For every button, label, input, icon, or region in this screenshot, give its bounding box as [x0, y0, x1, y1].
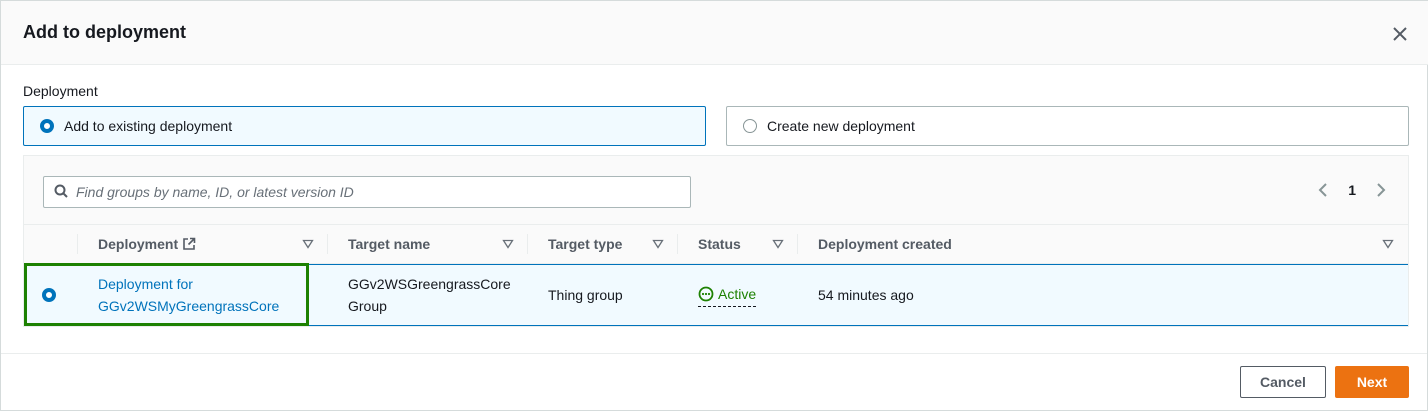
deployment-label: Deployment: [23, 83, 98, 99]
tile-add-to-existing-deployment[interactable]: Add to existing deployment: [23, 106, 706, 146]
table-header: Deployment Target name Target type Statu…: [24, 224, 1408, 264]
tile-create-new-deployment[interactable]: Create new deployment: [726, 106, 1409, 146]
radio-selected-icon[interactable]: [40, 119, 54, 133]
target-name-cell: GGv2WSGreengrassCore Group: [348, 265, 528, 325]
column-divider: [327, 234, 328, 254]
column-label: Deployment created: [818, 236, 952, 252]
sort-caret-icon[interactable]: [302, 238, 314, 250]
search-box[interactable]: [43, 176, 691, 208]
created-value: 54 minutes ago: [818, 287, 914, 303]
deployments-table: 1 Deployment Target name: [23, 155, 1409, 327]
target-type-cell: Thing group: [548, 265, 623, 325]
column-header-target-type[interactable]: Target type: [548, 225, 678, 263]
external-link-icon: [182, 237, 196, 251]
chevron-left-icon[interactable]: [1316, 180, 1330, 200]
deployment-created-cell: 54 minutes ago: [818, 265, 914, 325]
target-name-line: Group: [348, 298, 387, 314]
status-cell: Active: [698, 265, 757, 325]
deployment-link-line: GGv2WSMyGreengrassCore: [98, 298, 280, 314]
table-toolbar: 1: [24, 156, 1408, 224]
radio-unselected-icon[interactable]: [743, 119, 757, 133]
row-select-cell[interactable]: [42, 265, 56, 325]
column-header-deployment[interactable]: Deployment: [98, 225, 318, 263]
page-number[interactable]: 1: [1348, 182, 1356, 198]
close-icon[interactable]: [1387, 21, 1413, 47]
sort-caret-icon[interactable]: [772, 238, 784, 250]
column-divider: [527, 234, 528, 254]
column-divider: [77, 234, 78, 254]
search-input[interactable]: [76, 184, 656, 200]
footer-divider: [1, 353, 1427, 354]
status-text: Active: [718, 286, 757, 302]
next-button[interactable]: Next: [1335, 366, 1409, 398]
sort-caret-icon[interactable]: [1382, 238, 1394, 250]
column-header-deployment-created[interactable]: Deployment created: [818, 225, 1398, 263]
deployment-cell: Deployment for GGv2WSMyGreengrassCore: [98, 265, 308, 325]
radio-selected-icon[interactable]: [42, 288, 56, 302]
column-label: Target type: [548, 236, 623, 252]
column-label: Target name: [348, 236, 431, 252]
column-label: Deployment: [98, 236, 179, 252]
target-name-line: GGv2WSGreengrassCore: [348, 276, 511, 292]
column-header-target-name[interactable]: Target name: [348, 225, 528, 263]
sort-caret-icon[interactable]: [502, 238, 514, 250]
deployment-link[interactable]: Deployment for GGv2WSMyGreengrassCore: [98, 273, 279, 317]
deployment-link-line: Deployment for: [98, 276, 193, 292]
column-header-status[interactable]: Status: [698, 225, 798, 263]
modal-header: Add to deployment: [1, 1, 1428, 65]
sort-caret-icon[interactable]: [652, 238, 664, 250]
status-badge[interactable]: Active: [698, 283, 757, 307]
status-active-icon: [698, 286, 714, 302]
search-icon: [54, 184, 68, 201]
column-divider: [797, 234, 798, 254]
column-label: Status: [698, 236, 741, 252]
cancel-button[interactable]: Cancel: [1240, 366, 1326, 398]
add-to-deployment-modal: Add to deployment Deployment Add to exis…: [0, 0, 1428, 411]
column-divider: [677, 234, 678, 254]
target-type-value: Thing group: [548, 287, 623, 303]
chevron-right-icon[interactable]: [1374, 180, 1388, 200]
table-row[interactable]: Deployment for GGv2WSMyGreengrassCore GG…: [24, 263, 1408, 326]
tile-label: Add to existing deployment: [64, 118, 233, 134]
pagination: 1: [1316, 180, 1388, 200]
tile-label: Create new deployment: [767, 118, 915, 134]
modal-title: Add to deployment: [23, 22, 186, 42]
